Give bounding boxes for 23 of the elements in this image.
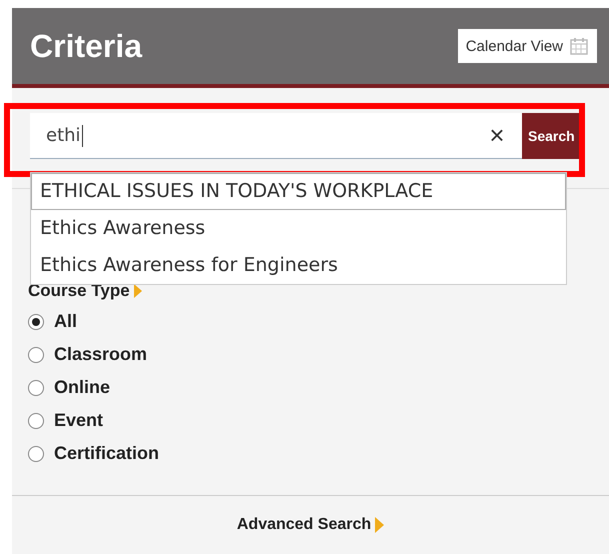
arrow-icon	[134, 284, 142, 298]
calendar-icon	[569, 36, 589, 56]
search-button[interactable]: Search	[522, 113, 580, 159]
panel-title: Criteria	[30, 28, 142, 64]
advanced-search-link[interactable]: Advanced Search	[236, 516, 372, 534]
section-heading: Course Type	[28, 281, 130, 301]
radio-button[interactable]	[28, 380, 44, 396]
suggestion-item[interactable]: Ethics Awareness for Engineers	[31, 247, 566, 284]
radio-button[interactable]	[28, 446, 44, 462]
option-label: Certification	[54, 443, 160, 464]
suggestion-item[interactable]: Ethics Awareness	[31, 210, 566, 247]
search-field[interactable]: ethi	[30, 113, 472, 159]
option-label: All	[54, 311, 78, 332]
option-label: Event	[54, 410, 104, 431]
calendar-view-button[interactable]: Calendar View	[458, 29, 597, 63]
radio-button[interactable]	[28, 314, 44, 330]
suggestion-item[interactable]: ETHICAL ISSUES IN TODAY'S WORKPLACE	[31, 173, 566, 210]
arrow-icon	[375, 517, 384, 533]
clear-button[interactable]: ×	[472, 113, 522, 159]
radio-button[interactable]	[28, 346, 44, 362]
radio-button[interactable]	[28, 412, 44, 428]
option-label: Classroom	[54, 344, 148, 365]
option-label: Online	[54, 377, 110, 398]
